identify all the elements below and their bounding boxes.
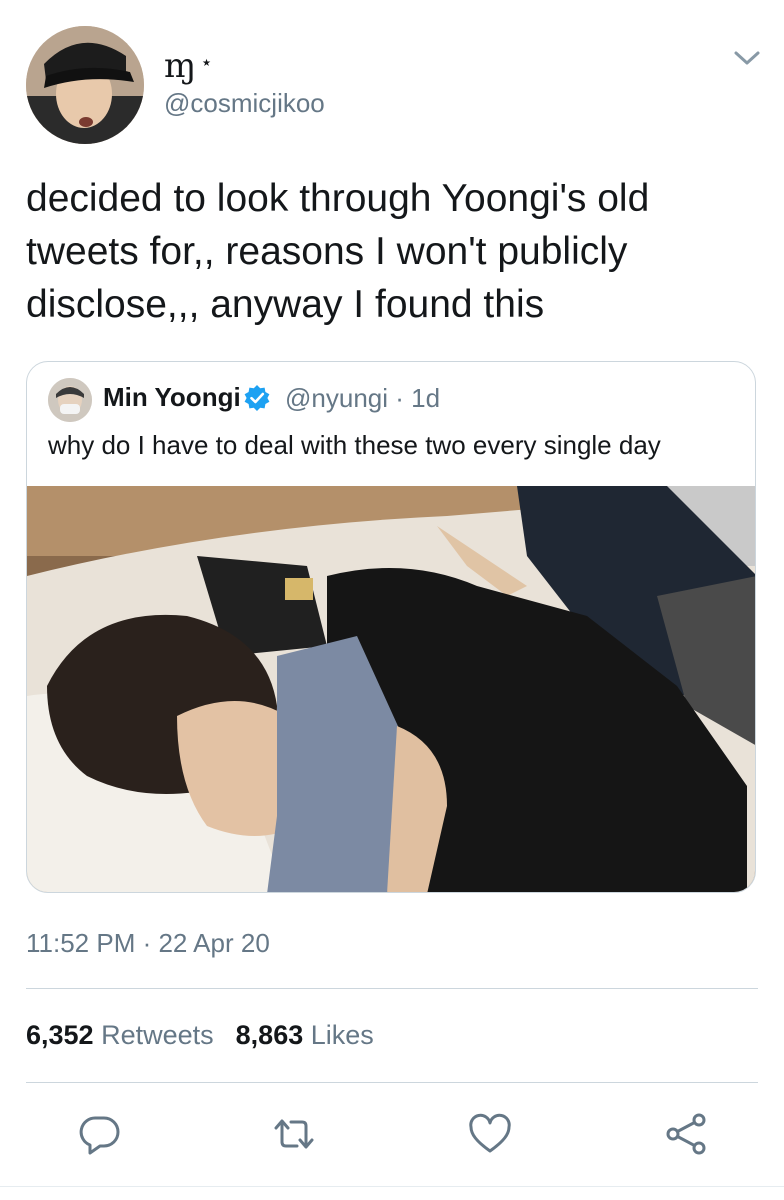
retweets-stat[interactable]: 6,352 Retweets	[26, 1020, 214, 1050]
quoted-author-handle: @nyungi	[285, 383, 389, 413]
likes-label: Likes	[310, 1020, 374, 1050]
bottom-divider	[0, 1186, 784, 1187]
tweet-header: ɱ ⋆ @cosmicjikoo	[0, 0, 784, 160]
quoted-tweet-meta: @nyungi · 1d	[285, 383, 440, 414]
author-name-glyph: ɱ	[164, 46, 197, 86]
retweets-count: 6,352	[26, 1020, 94, 1050]
tweet-stats: 6,352 Retweets 8,863 Likes	[26, 1020, 374, 1051]
author-avatar[interactable]	[26, 26, 144, 144]
quoted-author-avatar	[48, 378, 92, 422]
meta-separator: ·	[395, 383, 404, 413]
tweet-actions	[0, 1100, 784, 1170]
divider	[26, 988, 758, 989]
tweet-timestamp[interactable]: 11:52 PM · 22 Apr 20	[26, 928, 270, 959]
author-name-star: ⋆	[200, 50, 213, 74]
retweet-icon[interactable]	[270, 1110, 318, 1158]
quoted-tweet-image[interactable]	[27, 486, 756, 893]
verified-badge-icon	[244, 385, 270, 411]
like-icon[interactable]	[466, 1110, 514, 1158]
quoted-author-name: Min Yoongi	[103, 382, 241, 412]
avatar-photo-icon	[26, 26, 144, 144]
divider	[26, 1082, 758, 1083]
quoted-tweet-age: 1d	[411, 383, 441, 413]
share-icon[interactable]	[662, 1110, 710, 1158]
quoted-tweet-text: why do I have to deal with these two eve…	[48, 430, 661, 460]
retweets-label: Retweets	[101, 1020, 214, 1050]
author-handle[interactable]: @cosmicjikoo	[164, 88, 325, 119]
likes-stat[interactable]: 8,863 Likes	[236, 1020, 374, 1050]
likes-count: 8,863	[235, 1020, 304, 1050]
reply-icon[interactable]	[76, 1110, 124, 1158]
tweet-text: decided to look through Yoongi's old twe…	[26, 177, 650, 326]
chevron-down-icon[interactable]	[732, 48, 762, 68]
quoted-avatar-icon	[48, 378, 92, 422]
author-display-name[interactable]: ɱ ⋆	[164, 42, 213, 86]
quoted-tweet-card[interactable]: Min Yoongi @nyungi · 1d why do I have to…	[26, 361, 756, 893]
